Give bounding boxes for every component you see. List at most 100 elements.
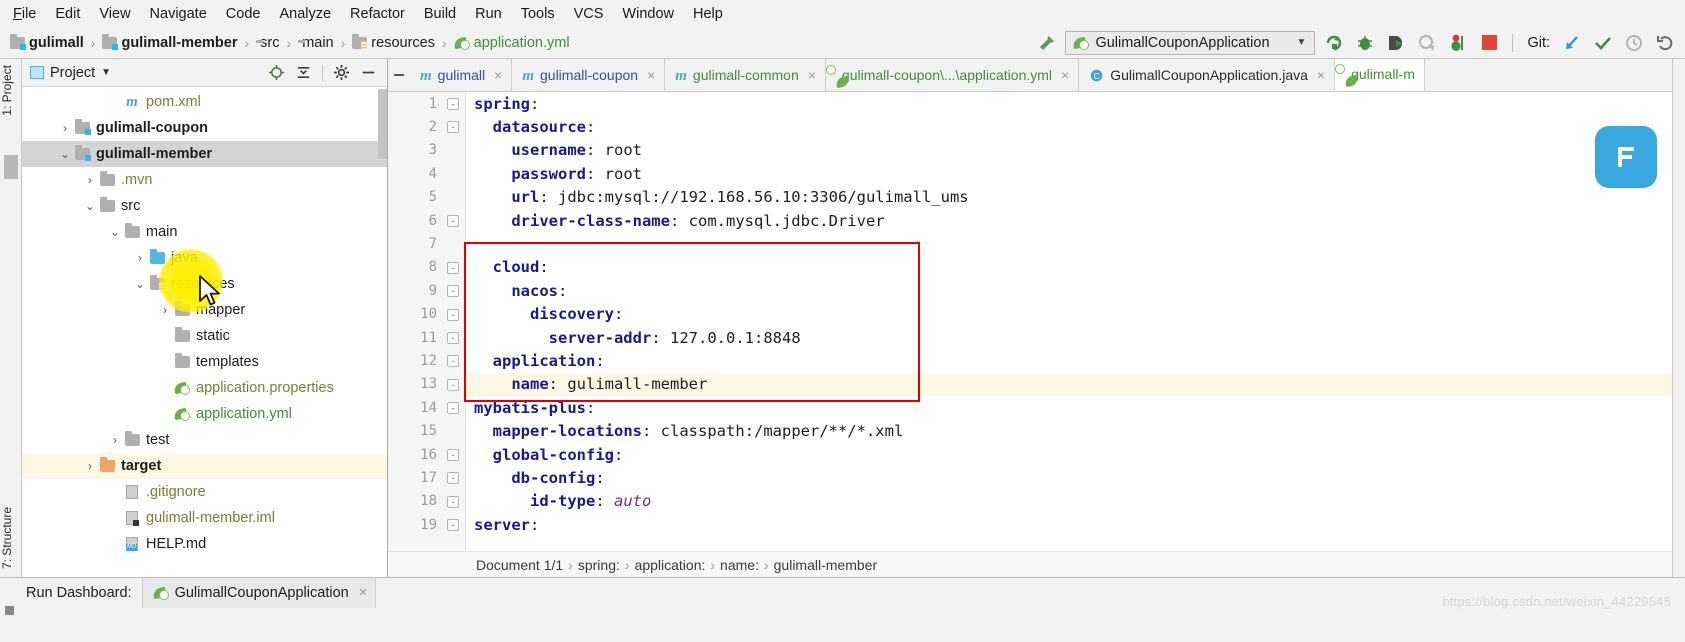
code-fold-icon[interactable]: -: [447, 285, 459, 298]
editor-tab-gulimall-coupon[interactable]: m gulimall-coupon ×: [512, 59, 666, 91]
code-fold-icon[interactable]: -: [447, 308, 459, 321]
code-line[interactable]: discovery:: [466, 303, 1672, 326]
profile-icon[interactable]: [1415, 31, 1439, 55]
menu-navigate[interactable]: Navigate: [141, 3, 216, 25]
menu-edit[interactable]: Edit: [46, 3, 89, 25]
code-fold-icon[interactable]: -: [447, 215, 459, 227]
tree-item-gulimall-member[interactable]: ⌄ gulimall-member: [22, 141, 387, 167]
code-fold-icon[interactable]: -: [447, 121, 459, 134]
project-tree[interactable]: m pom.xml › gulimall-coupon ⌄ gulimall-member…: [22, 87, 387, 577]
stop-dumb-icon[interactable]: [1446, 31, 1470, 55]
code-line[interactable]: server-addr: 127.0.0.1:8848: [466, 326, 1672, 349]
collapse-all-icon[interactable]: [295, 64, 312, 81]
tree-item-main[interactable]: ⌄ main: [22, 219, 387, 245]
editor-tab-gulimall-common[interactable]: m gulimall-common ×: [665, 59, 826, 91]
code-fold-icon[interactable]: -: [447, 261, 459, 274]
code-line[interactable]: name: gulimall-member: [466, 372, 1672, 397]
code-fold-icon[interactable]: -: [447, 449, 459, 461]
menu-refactor[interactable]: Refactor: [341, 3, 414, 25]
code-fold-icon[interactable]: -: [447, 355, 459, 368]
chevron-down-icon[interactable]: ⌄: [57, 147, 73, 161]
code-fold-icon[interactable]: -: [447, 519, 459, 532]
chevron-right-icon[interactable]: ›: [132, 251, 148, 265]
code-line[interactable]: global-config:: [466, 443, 1672, 466]
chevron-down-icon[interactable]: ⌄: [132, 277, 148, 291]
tool-window-tab-project[interactable]: 1: Project: [0, 61, 22, 120]
tree-item-templates[interactable]: templates: [22, 349, 387, 375]
breadcrumb-item-gulimall-member[interactable]: gulimall-member: [98, 33, 241, 53]
code-fold-icon[interactable]: -: [447, 472, 459, 485]
commit-icon[interactable]: [1591, 31, 1615, 55]
close-icon[interactable]: ×: [494, 67, 502, 83]
run-dashboard-label[interactable]: Run Dashboard:: [22, 585, 142, 601]
close-icon[interactable]: ×: [647, 67, 655, 83]
code-line[interactable]: id-type: auto: [466, 490, 1672, 513]
close-icon[interactable]: ×: [1061, 67, 1069, 83]
editor-tab-gulimall-coupon-application-yml[interactable]: gulimall-coupon\...\application.yml ×: [825, 59, 1080, 91]
editor-breadcrumb-item[interactable]: application:: [635, 557, 706, 573]
tree-item-test[interactable]: › test: [22, 427, 387, 453]
code-line[interactable]: spring:: [466, 92, 1672, 115]
code-fold-icon[interactable]: -: [447, 402, 459, 415]
tree-item-mapper[interactable]: › mapper: [22, 297, 387, 323]
code-line[interactable]: datasource:: [466, 115, 1672, 138]
close-icon[interactable]: ×: [1317, 67, 1325, 83]
tree-item-gulimall-coupon[interactable]: › gulimall-coupon: [22, 115, 387, 141]
menu-build[interactable]: Build: [415, 3, 465, 25]
code-line[interactable]: username: root: [466, 139, 1672, 162]
editor-breadcrumb-item[interactable]: spring:: [578, 557, 620, 573]
menu-run[interactable]: Run: [466, 3, 511, 25]
tree-item-application-yml[interactable]: application.yml: [22, 401, 387, 427]
code-line[interactable]: driver-class-name: com.mysql.jdbc.Driver: [466, 209, 1672, 232]
tree-item-java[interactable]: › java: [22, 245, 387, 271]
chevron-right-icon[interactable]: ›: [82, 173, 98, 187]
tree-item-gulimall-member-iml[interactable]: gulimall-member.iml: [22, 505, 387, 531]
rerun-icon[interactable]: [1322, 31, 1346, 55]
menu-help[interactable]: Help: [684, 3, 732, 25]
tree-item-resources[interactable]: ⌄ resources: [22, 271, 387, 297]
tree-item-mvn[interactable]: › .mvn: [22, 167, 387, 193]
tree-item-application-properties[interactable]: application.properties: [22, 375, 387, 401]
breadcrumb-item-resources[interactable]: resources: [348, 33, 439, 53]
code-line[interactable]: mapper-locations: classpath:/mapper/**/*…: [466, 419, 1672, 442]
breadcrumb-item-application-yml[interactable]: application.yml: [450, 33, 574, 53]
chevron-down-icon[interactable]: ⌄: [107, 225, 123, 239]
editor-breadcrumb-item[interactable]: Document 1/1: [476, 557, 563, 573]
code-line[interactable]: cloud:: [466, 256, 1672, 279]
menu-code[interactable]: Code: [217, 3, 270, 25]
build-hammer-icon[interactable]: [1034, 31, 1058, 55]
hide-icon[interactable]: [360, 64, 377, 81]
menu-tools[interactable]: Tools: [512, 3, 564, 25]
tool-window-tab-structure[interactable]: 7: Structure: [0, 503, 22, 573]
chevron-down-icon[interactable]: ▼: [101, 67, 111, 78]
menu-analyze[interactable]: Analyze: [270, 3, 340, 25]
code-line[interactable]: db-config:: [466, 466, 1672, 489]
gear-icon[interactable]: [333, 64, 350, 81]
tree-item-static[interactable]: static: [22, 323, 387, 349]
tree-item-src[interactable]: ⌄ src: [22, 193, 387, 219]
code-line[interactable]: nacos:: [466, 279, 1672, 302]
tree-item-help-md[interactable]: MD HELP.md: [22, 531, 387, 557]
close-icon[interactable]: ×: [808, 67, 816, 83]
history-icon[interactable]: [1622, 31, 1646, 55]
breadcrumb-item-main[interactable]: main: [294, 33, 337, 53]
project-tree-scrollbar[interactable]: [378, 89, 387, 159]
code-line[interactable]: [466, 232, 1672, 255]
menu-vcs[interactable]: VCS: [565, 3, 613, 25]
close-icon[interactable]: ×: [359, 585, 367, 601]
editor-breadcrumb-item[interactable]: gulimall-member: [774, 557, 877, 573]
tree-item-pom-xml[interactable]: m pom.xml: [22, 89, 387, 115]
code-line[interactable]: url: jdbc:mysql://192.168.56.10:3306/gul…: [466, 186, 1672, 209]
editor-tab-gulimall-m[interactable]: gulimall-m: [1335, 59, 1425, 91]
run-configuration-selector[interactable]: GulimallCouponApplication ▼: [1065, 30, 1316, 55]
code-line[interactable]: password: root: [466, 162, 1672, 185]
editor-tab-gulimall[interactable]: m gulimall ×: [410, 59, 513, 91]
code-line[interactable]: application:: [466, 349, 1672, 372]
chevron-down-icon[interactable]: ⌄: [82, 199, 98, 213]
chevron-right-icon[interactable]: ›: [57, 121, 73, 135]
chevron-right-icon[interactable]: ›: [107, 433, 123, 447]
rollback-icon[interactable]: [1653, 31, 1677, 55]
menu-view[interactable]: View: [90, 3, 139, 25]
code-fold-icon[interactable]: -: [447, 332, 459, 344]
code-fold-icon[interactable]: -: [447, 378, 459, 391]
